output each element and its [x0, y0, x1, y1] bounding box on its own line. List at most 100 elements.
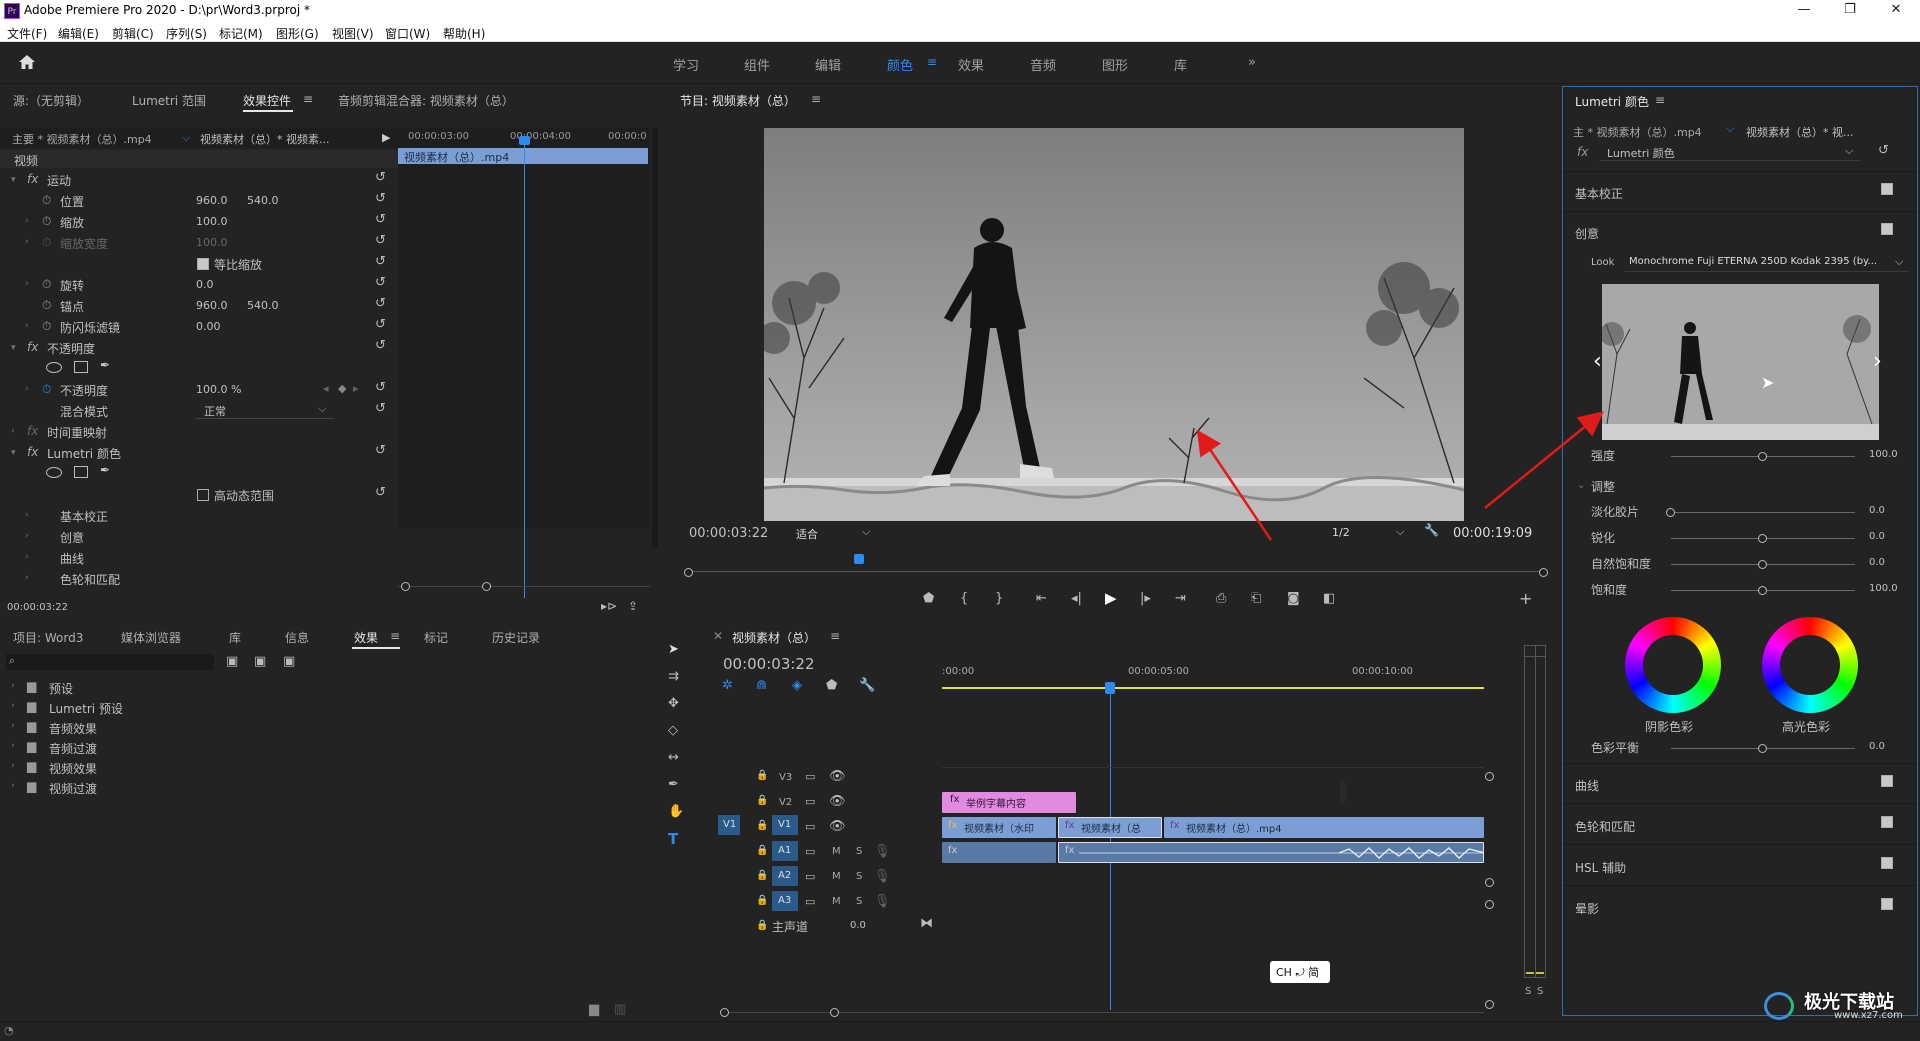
section-wheels[interactable]: 色轮和匹配	[1575, 818, 1635, 835]
go-to-end-icon[interactable]: ⧓	[920, 916, 933, 931]
resolution-dropdown[interactable]: 1/2 ⌵	[1332, 524, 1412, 542]
look-preview-thumbnail[interactable]	[1602, 284, 1879, 440]
timeline-title[interactable]: 视频素材（总）	[732, 629, 816, 646]
lock-icon[interactable]: 🔒	[756, 795, 768, 806]
microphone-icon[interactable]: 🎙	[874, 869, 891, 884]
expand-opacity-icon[interactable]: ▾	[11, 343, 16, 353]
program-timecode[interactable]: 00:00:03:22	[689, 526, 768, 541]
vibrance-knob[interactable]	[1758, 560, 1767, 569]
sequence-clip-label[interactable]: 视频素材（总）* 视频素...	[200, 131, 330, 147]
tab-source[interactable]: 源:（无剪辑）	[13, 92, 89, 109]
new-folder-icon[interactable]: ▆	[589, 1002, 599, 1017]
master-track-value[interactable]: 0.0	[850, 920, 866, 931]
yuv-effects-icon[interactable]: ▣	[283, 654, 295, 669]
sharpen-value[interactable]: 0.0	[1869, 531, 1885, 542]
tab-media-browser[interactable]: 媒体浏览器	[121, 629, 181, 646]
menu-edit[interactable]: 编辑(E)	[58, 25, 99, 42]
creative-checkbox[interactable]	[1881, 223, 1893, 235]
reset-icon[interactable]: ↺	[375, 380, 386, 395]
section-vignette[interactable]: 晕影	[1575, 900, 1599, 917]
opacity-value[interactable]: 100.0 %	[196, 383, 241, 396]
step-back-icon[interactable]: ◂|	[1071, 591, 1082, 606]
sharpen-knob[interactable]	[1758, 534, 1767, 543]
lock-icon[interactable]: 🔒	[756, 845, 768, 856]
expand-motion-icon[interactable]: ▾	[11, 175, 16, 185]
mute-button[interactable]: M	[832, 846, 841, 857]
tab-history[interactable]: 历史记录	[492, 629, 540, 646]
list-item[interactable]: › ▆ 音频过渡	[0, 738, 640, 758]
stopwatch-icon[interactable]: ⏱	[42, 193, 51, 208]
expand-curves-icon[interactable]: ›	[25, 552, 29, 562]
tab-audio-mixer[interactable]: 音频剪辑混合器: 视频素材（总）	[338, 92, 514, 109]
eye-icon[interactable]: 👁	[829, 769, 846, 784]
expand-scale-icon[interactable]: ›	[25, 216, 29, 226]
add-keyframe-icon[interactable]: ◆	[338, 382, 346, 395]
camera-icon[interactable]: ◙	[1287, 591, 1300, 606]
tab-effect-controls[interactable]: 效果控件	[243, 92, 291, 109]
vignette-checkbox[interactable]	[1881, 898, 1893, 910]
tab-libraries[interactable]: 库	[229, 629, 241, 646]
solo-right-button[interactable]: S	[1537, 986, 1543, 997]
ec-scrollbar[interactable]	[652, 128, 658, 548]
lock-icon[interactable]: 🔒	[756, 770, 768, 781]
tab-menu-icon[interactable]: ≡	[303, 92, 313, 106]
tab-markers[interactable]: 标记	[424, 629, 448, 646]
mute-button[interactable]: M	[832, 871, 841, 882]
expand-adjust-icon[interactable]: ⌄	[1577, 480, 1585, 491]
prev-keyframe-icon[interactable]: ◂	[323, 382, 329, 395]
reset-icon[interactable]: ↺	[375, 233, 386, 248]
ec-timecode[interactable]: 00:00:03:22	[7, 602, 68, 613]
program-playhead[interactable]	[854, 554, 865, 564]
expand-rotation-icon[interactable]: ›	[25, 279, 29, 289]
blend-mode-dropdown[interactable]: 正常 ⌵	[196, 402, 334, 419]
track-v1-target[interactable]: V1	[772, 815, 798, 835]
program-video-frame[interactable]	[764, 128, 1464, 521]
rectangle-mask-icon[interactable]	[74, 361, 88, 373]
menu-clip[interactable]: 剪辑(C)	[112, 25, 154, 42]
track-a1-target[interactable]: A1	[772, 841, 798, 861]
uniform-scale-checkbox[interactable]	[197, 258, 209, 270]
reset-icon[interactable]: ↺	[375, 296, 386, 311]
panel-menu-icon[interactable]: ≡	[390, 629, 400, 643]
menu-window[interactable]: 窗口(W)	[385, 25, 430, 42]
ws-color[interactable]: 颜色	[887, 55, 913, 74]
scrub-end-handle[interactable]	[1539, 568, 1548, 577]
next-look-icon[interactable]: ›	[1873, 349, 1882, 374]
lock-icon[interactable]: 🔒	[756, 820, 768, 831]
mark-in-icon[interactable]: {	[960, 591, 968, 606]
ec-playhead-head[interactable]	[519, 136, 530, 145]
track-v3-label[interactable]: V3	[779, 772, 792, 783]
program-scrub-bar[interactable]	[688, 560, 1544, 572]
microphone-icon[interactable]: 🎙	[874, 894, 891, 909]
ec-zoom-end-handle[interactable]	[482, 582, 491, 591]
snap-icon[interactable]: ⋒	[756, 678, 767, 693]
position-y-value[interactable]: 540.0	[247, 194, 279, 207]
effects-search-input[interactable]	[24, 655, 209, 669]
highlight-color-wheel[interactable]	[1762, 617, 1858, 713]
expand-creative-icon[interactable]: ›	[25, 531, 29, 541]
linked-selection-icon[interactable]: ◈	[792, 678, 802, 693]
ws-learn[interactable]: 学习	[673, 55, 699, 74]
vibrance-value[interactable]: 0.0	[1869, 557, 1885, 568]
mark-out-icon[interactable]: }	[995, 591, 1003, 606]
vertical-scroll-bottom[interactable]	[1485, 1000, 1494, 1009]
ws-graphics[interactable]: 图形	[1102, 55, 1128, 74]
toggle-sync-icon[interactable]: ▭	[805, 770, 815, 783]
fade-film-slider[interactable]	[1671, 512, 1855, 513]
color-balance-knob[interactable]	[1758, 744, 1767, 753]
ripple-edit-icon[interactable]: ✥	[668, 696, 679, 711]
source-patch-v1[interactable]: V1	[718, 815, 740, 835]
scale-value[interactable]: 100.0	[196, 215, 228, 228]
track-select-icon[interactable]: ⇉	[668, 669, 679, 684]
menu-view[interactable]: 视图(V)	[332, 25, 374, 42]
audio-clip-1[interactable]: fx	[942, 842, 1056, 863]
list-item[interactable]: › ▆ 视频效果	[0, 758, 640, 778]
ws-libraries[interactable]: 库	[1174, 55, 1187, 74]
tab-lumetri-scopes[interactable]: Lumetri 范围	[132, 92, 206, 109]
panel-menu-icon[interactable]: ≡	[830, 629, 840, 643]
ws-color-menu-icon[interactable]: ≡	[927, 55, 937, 69]
anchor-y-value[interactable]: 540.0	[247, 299, 279, 312]
list-item[interactable]: › ▆ 视频过渡	[0, 778, 640, 798]
pen-mask-icon[interactable]: ✒	[100, 463, 110, 477]
ec-zoom-start-handle[interactable]	[401, 582, 410, 591]
